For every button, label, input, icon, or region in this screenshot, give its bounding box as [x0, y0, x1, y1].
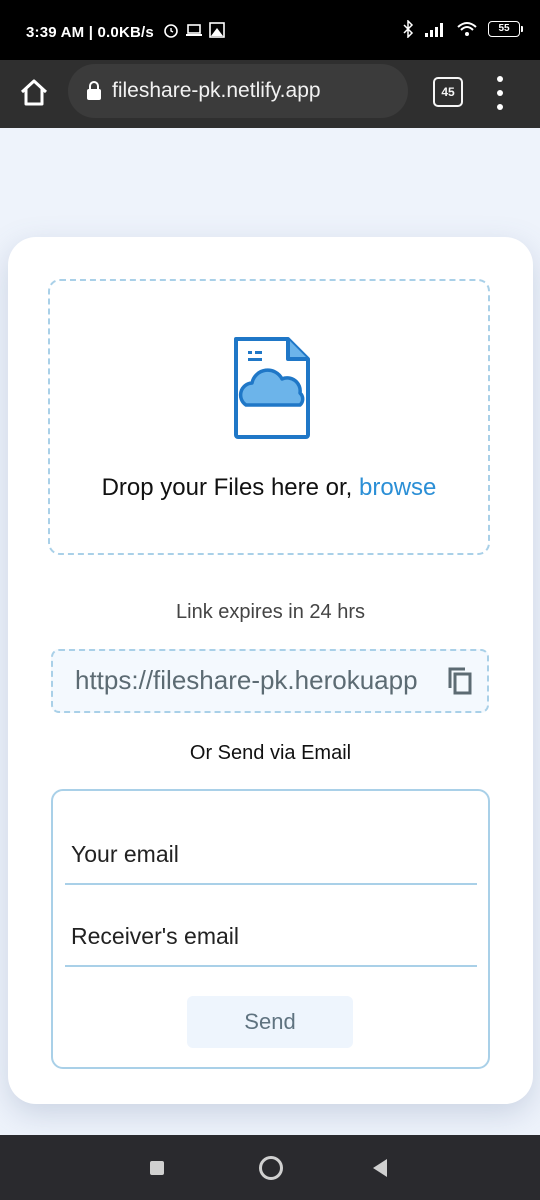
or-send-email-label: Or Send via Email [189, 742, 352, 764]
photo-icon [209, 22, 225, 38]
share-card: Drop your Files here or, browse Link exp… [8, 237, 533, 1104]
lock-icon [87, 81, 101, 100]
status-system-icons: 55 [402, 20, 523, 38]
drop-instructions: Drop your Files here or, browse [50, 474, 488, 502]
browse-link[interactable]: browse [359, 474, 436, 501]
drop-text: Drop your Files here or, [101, 474, 353, 501]
home-icon [20, 79, 48, 106]
send-button[interactable]: Send [187, 996, 353, 1048]
system-nav-bar [0, 1135, 540, 1200]
wifi-icon [457, 22, 477, 36]
menu-button[interactable] [490, 76, 510, 110]
file-drop-zone[interactable]: Drop your Files here or, browse [48, 279, 490, 555]
address-bar[interactable]: fileshare-pk.netlify.app [68, 64, 408, 118]
receiver-email-field[interactable] [65, 907, 477, 967]
share-link-box [51, 649, 489, 713]
home-button[interactable] [16, 74, 52, 110]
battery-indicator: 55 [488, 21, 523, 37]
back-icon[interactable] [373, 1159, 387, 1177]
status-time: 3:39 AM | 0.0KB/s [26, 24, 154, 41]
status-bar: 3:39 AM | 0.0KB/s 55 [0, 0, 540, 60]
share-link-input[interactable] [75, 665, 445, 696]
home-nav-icon[interactable] [259, 1156, 283, 1180]
laptop-icon [186, 24, 202, 36]
link-expiry-text: Link expires in 24 hrs [176, 601, 365, 623]
copy-icon[interactable] [447, 666, 473, 696]
menu-icon [497, 76, 503, 82]
recents-icon[interactable] [150, 1161, 164, 1175]
signal-icon [425, 23, 443, 37]
status-notification-icons [163, 22, 225, 38]
file-upload-icon [234, 337, 310, 439]
email-form: Send [51, 789, 490, 1069]
tabs-button[interactable]: 45 [433, 77, 463, 107]
bluetooth-icon [403, 20, 414, 38]
alarm-icon [164, 24, 178, 38]
browser-toolbar: fileshare-pk.netlify.app 45 [0, 60, 540, 128]
url-text: fileshare-pk.netlify.app [112, 79, 321, 102]
sender-email-field[interactable] [65, 825, 477, 885]
